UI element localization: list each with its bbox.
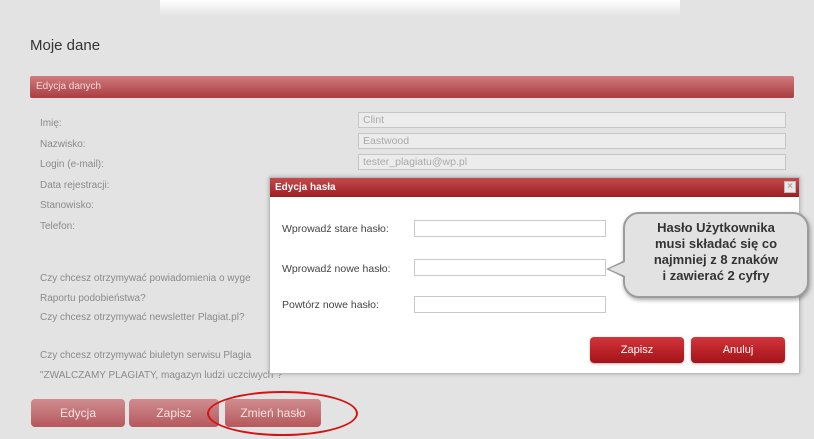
edit-button[interactable]: Edycja [31,399,125,427]
repeat-password-label: Powtórz nowe hasło: [282,299,379,311]
panel-header: Edycja danych [30,76,794,98]
dialog-header: Edycja hasła × [270,178,799,197]
old-password-label: Wprowadź stare hasło: [282,223,389,235]
tooltip-line: musi składać się co [654,236,778,251]
dialog-title: Edycja hasła [275,182,336,193]
question-bulletin: Czy chcesz otrzymywać biuletyn serwisu P… [40,350,252,361]
new-password-label: Wprowadź nowe hasło: [282,263,391,275]
question-notifications-cont: Raportu podobieństwa? [40,293,146,304]
question-notifications: Czy chcesz otrzymywać powiadomienia o wy… [40,273,251,284]
tooltip-line: Hasło Użytkownika [657,220,775,235]
first-name-field[interactable]: Clint [358,112,786,128]
password-rules-tooltip: Hasło Użytkownika musi składać się co na… [623,212,809,298]
question-newsletter: Czy chcesz otrzymywać newsletter Plagiat… [40,312,245,323]
new-password-input[interactable] [414,259,606,276]
registration-date-label: Data rejestracji: [40,180,110,191]
tooltip-line: i zawierać 2 cyfry [662,268,770,283]
last-name-label: Nazwisko: [40,139,86,150]
top-glow [160,0,680,16]
dialog-save-button[interactable]: Zapisz [590,337,684,363]
first-name-label: Imię: [40,118,62,129]
login-label: Login (e-mail): [40,159,104,170]
tooltip-line: najmniej z 8 znaków [653,252,779,267]
tooltip-tail-inner [609,262,625,276]
close-icon[interactable]: × [784,181,796,193]
last-name-field[interactable]: Eastwood [358,133,786,149]
question-bulletin-cont: "ZWALCZAMY PLAGIATY, magazyn ludzi uczci… [40,370,283,381]
highlight-ring [207,391,358,436]
dialog-cancel-button[interactable]: Anuluj [691,337,785,363]
save-button[interactable]: Zapisz [129,399,219,427]
phone-label: Telefon: [40,221,76,232]
position-label: Stanowisko: [40,200,94,211]
login-field[interactable]: tester_plagiatu@wp.pl [358,154,786,170]
page-title: Moje dane [30,37,101,54]
repeat-password-input[interactable] [414,296,606,313]
old-password-input[interactable] [414,220,606,237]
